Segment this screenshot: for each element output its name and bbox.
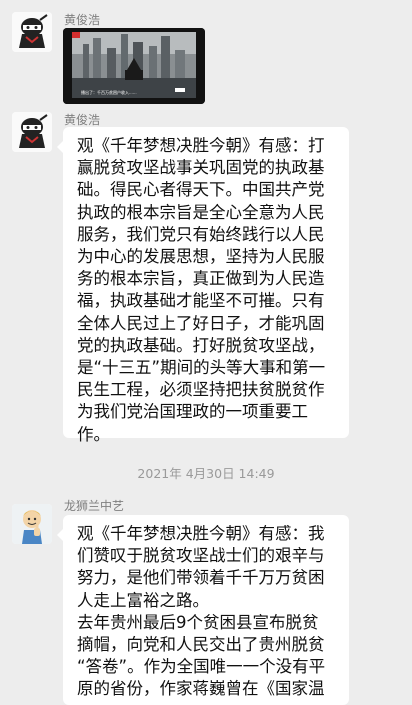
message-line: 观《千年梦想决胜今朝》有感：我 [77, 524, 325, 543]
avatar[interactable] [12, 12, 52, 52]
message-line: 务的根本宗旨，真正做到为人民造 [77, 269, 325, 289]
message-line: 为我们党治国理政的一项重要工 [77, 402, 308, 422]
message-line: 服务，我们党只有始终践行以人民 [77, 224, 325, 244]
message-line: “答卷”。作为全国唯一一个没有平 [77, 657, 326, 677]
message-line: 福，执政基础才能坚不可摧。只有 [77, 291, 325, 311]
message-line: 摘帽，向党和人民交出了贵州脱贫 [77, 635, 325, 655]
message-line: 赢脱贫攻坚战事关巩固党的执政基 [77, 158, 325, 178]
video-message[interactable]: 播出了：千百万贫困户收入...... [63, 28, 205, 104]
message-line: 人走上富裕之路。 [77, 590, 209, 610]
message-line: 民生工程，必须坚持把扶贫脱贫作 [77, 380, 325, 400]
avatar[interactable] [12, 112, 52, 152]
message-line: 党的执政基础。打好脱贫攻坚战， [77, 335, 325, 355]
message-line: 去年贵州最后9个贫困县宣布脱贫 [77, 612, 319, 632]
message-line: 执政的根本宗旨是全心全意为人民 [77, 202, 325, 222]
message-line: 全体人民过上了好日子，才能巩固 [77, 313, 325, 333]
message-line: 作。 [77, 424, 110, 444]
message-line: 努力，是他们带领着千千万万贫困 [77, 568, 325, 588]
cartoon-ninja-avatar-icon [12, 112, 52, 152]
video-caption: 播出了：千百万贫困户收入...... [81, 90, 137, 95]
message-line: 原的省份，作家蒋巍曾在《国家温 [77, 679, 325, 699]
sender-name: 黄俊浩 [64, 13, 101, 27]
cartoon-ninja-avatar-icon [12, 12, 52, 52]
message-bubble[interactable]: 观《千年梦想决胜今朝》有感：我 们赞叹于脱贫攻坚战士们的艰辛与 努力，是他们带领… [57, 515, 349, 705]
sender-name: 黄俊浩 [64, 113, 101, 127]
message-line: 们赞叹于脱贫攻坚战士们的艰辛与 [77, 546, 325, 566]
message-line: 为中心的发展思想，坚持为人民服 [77, 247, 325, 267]
message-line: 观《千年梦想决胜今朝》有感：打 [77, 136, 325, 155]
message-bubble[interactable]: 观《千年梦想决胜今朝》有感：打 赢脱贫攻坚战事关巩固党的执政基 础。得民心者得天… [57, 127, 349, 444]
message-line: 础。得民心者得天下。中国共产党 [77, 180, 325, 200]
cartoon-thumbs-up-avatar-icon [12, 504, 52, 544]
sender-name: 龙狮兰中艺 [64, 499, 125, 513]
avatar[interactable] [12, 504, 52, 544]
chat-timestamp: 2021年 4月30日 14:49 [137, 466, 275, 481]
message-line: 是“十三五”期间的头等大事和第一 [77, 358, 326, 378]
